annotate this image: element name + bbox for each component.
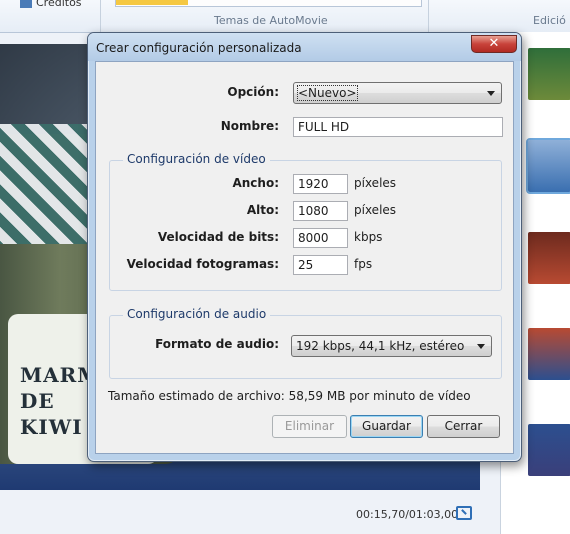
height-label: Alto:	[246, 203, 279, 217]
close-window-button[interactable]: ✕	[471, 35, 517, 53]
bitrate-unit: kbps	[354, 230, 383, 244]
storyboard-thumb-selected[interactable]	[526, 138, 570, 194]
storyboard-thumb[interactable]	[528, 48, 570, 100]
ribbon-separator	[428, 0, 429, 32]
edit-group-label: Edició	[533, 14, 566, 27]
storyboard-thumb[interactable]	[528, 232, 570, 284]
width-unit: píxeles	[354, 176, 397, 190]
close-icon: ✕	[488, 36, 500, 51]
dialog-titlebar[interactable]: Crear configuración personalizada ✕	[88, 33, 521, 61]
storyboard-thumb[interactable]	[528, 328, 570, 380]
height-field[interactable]: 1080	[293, 201, 348, 221]
credits-button[interactable]: Créditos	[20, 0, 82, 9]
height-unit: píxeles	[354, 203, 397, 217]
credits-label: Créditos	[36, 0, 82, 9]
audio-format-dropdown[interactable]: 192 kbps, 44,1 kHz, estéreo	[291, 335, 492, 357]
ribbon-separator	[100, 0, 101, 32]
custom-settings-dialog: Crear configuración personalizada ✕ Opci…	[87, 32, 522, 462]
storyboard-thumb[interactable]	[528, 424, 570, 476]
timecode: 00:15,70/01:03,00	[356, 508, 459, 521]
audio-format-label: Formato de audio:	[155, 337, 279, 351]
video-settings-title: Configuración de vídeo	[123, 152, 270, 166]
width-label: Ancho:	[232, 176, 279, 190]
automovie-themes-gallery[interactable]	[115, 0, 422, 7]
fullscreen-icon[interactable]	[456, 506, 472, 520]
ribbon: Créditos Temas de AutoMovie Edició	[0, 0, 570, 33]
name-label: Nombre:	[220, 119, 279, 133]
option-label: Opción:	[227, 85, 279, 99]
bitrate-field[interactable]: 8000	[293, 228, 348, 248]
dialog-title: Crear configuración personalizada	[96, 41, 302, 55]
option-value: <Nuevo>	[297, 85, 358, 101]
option-dropdown[interactable]: <Nuevo>	[293, 82, 502, 104]
name-field[interactable]: FULL HD	[293, 117, 503, 137]
themes-group-label: Temas de AutoMovie	[214, 14, 328, 27]
bitrate-label: Velocidad de bits:	[157, 230, 279, 244]
selected-theme[interactable]	[116, 0, 188, 5]
chevron-down-icon	[487, 91, 495, 96]
dialog-client-area: Opción: <Nuevo> Nombre: FULL HD Configur…	[95, 61, 514, 454]
framerate-unit: fps	[354, 257, 373, 271]
chevron-down-icon	[477, 344, 485, 349]
framerate-label: Velocidad fotogramas:	[126, 257, 279, 271]
width-field[interactable]: 1920	[293, 174, 348, 194]
file-size-estimate: Tamaño estimado de archivo: 58,59 MB por…	[108, 389, 471, 403]
save-button[interactable]: Guardar	[350, 415, 423, 438]
cancel-button[interactable]: Cerrar	[427, 415, 500, 438]
audio-format-value: 192 kbps, 44,1 kHz, estéreo	[296, 339, 465, 353]
delete-button[interactable]: Eliminar	[272, 415, 347, 438]
framerate-field[interactable]: 25	[293, 255, 348, 275]
audio-settings-title: Configuración de audio	[123, 307, 271, 321]
credits-icon	[20, 0, 32, 8]
